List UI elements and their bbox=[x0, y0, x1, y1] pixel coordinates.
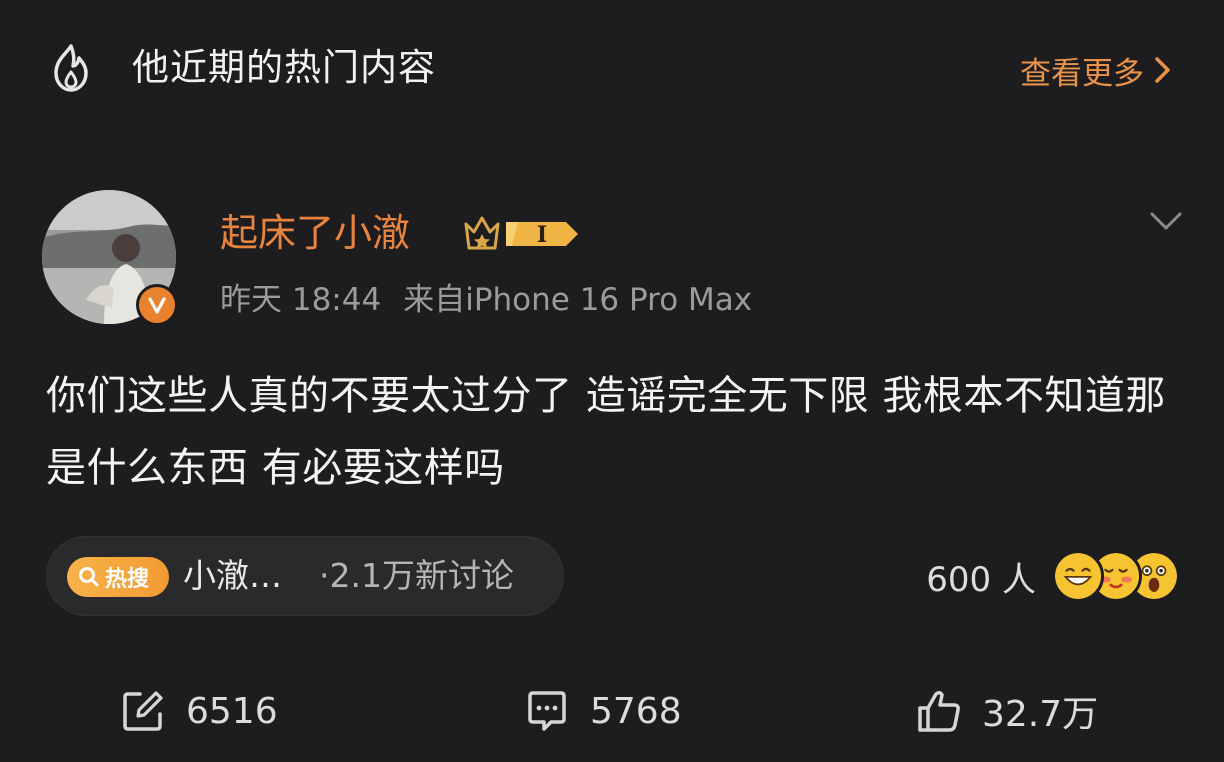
reaction-count: 600 人 bbox=[926, 559, 1036, 600]
comment-icon bbox=[528, 691, 566, 731]
section-title: 他近期的热门内容 bbox=[132, 46, 436, 89]
laughing-emoji-icon bbox=[1052, 550, 1104, 602]
trending-topic-name: 小澈… bbox=[183, 556, 282, 595]
reactions-summary[interactable]: 600 人 bbox=[926, 544, 1184, 608]
post-source: 来自iPhone 16 Pro Max bbox=[403, 282, 753, 318]
reaction-emoji-stack bbox=[1052, 548, 1184, 604]
like-count: 32.7万 bbox=[982, 694, 1099, 735]
vip-crown-badge-icon: I bbox=[464, 216, 578, 250]
post-action-bar: 6516 5768 32.7万 bbox=[0, 676, 1224, 746]
repost-count: 6516 bbox=[186, 690, 278, 732]
search-icon bbox=[79, 567, 99, 587]
like-button[interactable]: 32.7万 bbox=[916, 684, 1098, 738]
hot-search-badge: 热搜 bbox=[67, 557, 169, 597]
repost-button[interactable]: 6516 bbox=[120, 684, 278, 738]
thumbs-up-icon bbox=[918, 690, 960, 732]
view-more-label: 查看更多 bbox=[1020, 55, 1144, 92]
repost-icon bbox=[123, 691, 163, 731]
verified-badge-icon bbox=[136, 284, 178, 326]
post-time: 昨天 18:44 bbox=[220, 282, 382, 318]
post-meta: 昨天 18:44 来自iPhone 16 Pro Max bbox=[220, 278, 752, 322]
trending-topic-pill[interactable]: 热搜 小澈… ·2.1万新讨论 bbox=[46, 536, 564, 616]
hot-content-header: 他近期的热门内容 查看更多 bbox=[0, 30, 1224, 110]
comment-button[interactable]: 5768 bbox=[524, 684, 682, 738]
vip-level: I bbox=[537, 222, 547, 248]
flame-icon bbox=[54, 44, 88, 92]
trending-discussion-count: ·2.1万新讨论 bbox=[319, 556, 514, 595]
view-more-link[interactable]: 查看更多 bbox=[1020, 50, 1174, 92]
author-name[interactable]: 起床了小澈 bbox=[220, 208, 410, 258]
chevron-down-icon[interactable] bbox=[1146, 206, 1186, 236]
post-text: 你们这些人真的不要太过分了 造谣完全无下限 我根本不知道那是什么东西 有必要这样… bbox=[46, 373, 1166, 491]
hot-search-label: 热搜 bbox=[105, 567, 150, 592]
comment-count: 5768 bbox=[590, 690, 682, 732]
chevron-right-icon bbox=[1155, 57, 1170, 83]
weibo-hot-content-card: 他近期的热门内容 查看更多 起床了小澈 I 昨天 18:44 来自iPhone … bbox=[0, 0, 1224, 762]
